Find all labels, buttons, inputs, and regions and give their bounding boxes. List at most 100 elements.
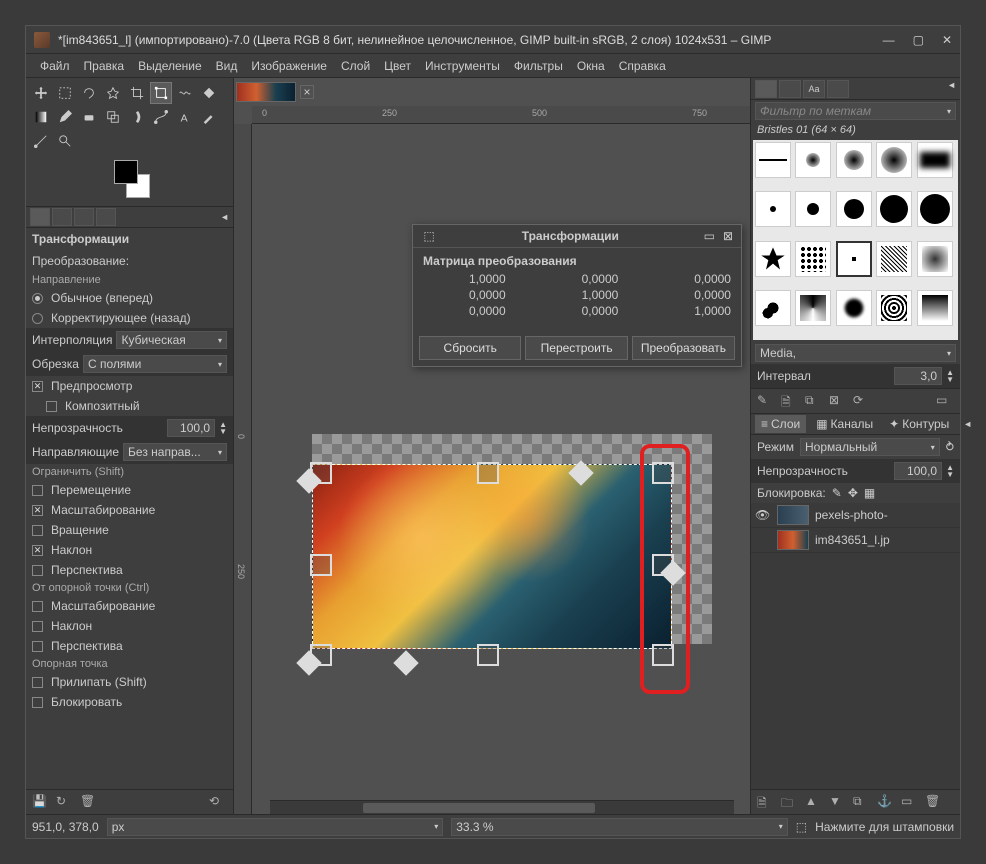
menu-help[interactable]: Справка — [613, 57, 672, 75]
tool-eraser[interactable] — [78, 106, 100, 128]
dock-menu-icon[interactable]: ◄ — [220, 212, 229, 222]
tool-free-select[interactable] — [78, 82, 100, 104]
merge-layer-icon[interactable]: ⚓ — [877, 794, 895, 810]
tool-rect-select[interactable] — [54, 82, 76, 104]
brush-interval-field[interactable]: 3,0 — [894, 367, 942, 385]
transform-target-path[interactable] — [177, 253, 195, 269]
brush-item-selected[interactable] — [836, 241, 872, 277]
duplicate-layer-icon[interactable]: ⧉ — [853, 794, 871, 810]
tool-text[interactable]: A — [174, 106, 196, 128]
zoom-combo[interactable]: 33.3 %▾ — [451, 818, 788, 836]
tool-warp[interactable] — [174, 82, 196, 104]
tab-patterns[interactable] — [779, 80, 801, 98]
reset-tool-icon[interactable]: ⟲ — [209, 794, 227, 810]
brush-grid[interactable] — [753, 140, 958, 340]
tab-history[interactable] — [827, 80, 849, 98]
color-indicator[interactable] — [110, 160, 150, 198]
layer-name[interactable]: im843651_l.jp — [815, 533, 890, 547]
brush-item[interactable] — [795, 290, 831, 326]
save-preset-icon[interactable]: 💾 — [32, 794, 50, 810]
chk-shear[interactable]: ✕ — [32, 545, 43, 556]
edit-brush-icon[interactable]: ✎ — [757, 393, 775, 409]
layers-menu-icon[interactable]: ◄ — [963, 419, 972, 429]
menu-layer[interactable]: Слой — [335, 57, 376, 75]
tab-tool-options[interactable] — [30, 208, 50, 226]
unit-combo[interactable]: px▾ — [107, 818, 444, 836]
opacity-stepper[interactable]: ▲▼ — [219, 421, 227, 435]
brush-item[interactable] — [755, 142, 791, 178]
brush-category-combo[interactable]: Media,▾ — [755, 344, 956, 362]
tab-device-status[interactable] — [52, 208, 72, 226]
brush-item[interactable] — [795, 241, 831, 277]
tool-move[interactable] — [30, 82, 52, 104]
brush-item[interactable] — [836, 142, 872, 178]
tool-unified-transform[interactable] — [150, 82, 172, 104]
brush-item[interactable] — [755, 290, 791, 326]
delete-preset-icon[interactable]: 🗑 — [80, 794, 98, 810]
ruler-horizontal[interactable]: 0 250 500 750 — [252, 106, 750, 124]
brush-item[interactable] — [876, 191, 912, 227]
lower-layer-icon[interactable]: ▼ — [829, 794, 847, 810]
dialog-close-icon[interactable]: ⊠ — [723, 229, 733, 243]
open-as-image-icon[interactable]: ▭ — [936, 393, 954, 409]
brush-item[interactable] — [755, 191, 791, 227]
brush-filter-combo[interactable]: Фильтр по меткам▾ — [755, 102, 956, 120]
tab-images[interactable] — [96, 208, 116, 226]
image-content[interactable] — [312, 464, 672, 649]
chk-move[interactable] — [32, 485, 43, 496]
menu-colors[interactable]: Цвет — [378, 57, 417, 75]
chk-pivot-perspective[interactable] — [32, 641, 43, 652]
dialog-detach-icon[interactable]: ▭ — [704, 229, 715, 243]
refresh-brush-icon[interactable]: ⟳ — [853, 393, 871, 409]
tool-gradient[interactable] — [30, 106, 52, 128]
tab-paths[interactable]: ✦Контуры — [883, 415, 955, 433]
restore-preset-icon[interactable]: ↻ — [56, 794, 74, 810]
brush-item[interactable] — [795, 142, 831, 178]
chk-pivot-shear[interactable] — [32, 621, 43, 632]
reset-button[interactable]: Сбросить — [419, 336, 521, 360]
tool-measure[interactable] — [30, 130, 52, 152]
layer-group-icon[interactable]: 🗀 — [781, 794, 799, 810]
layer-item-1[interactable]: im843651_l.jp — [751, 528, 960, 553]
tab-brushes[interactable] — [755, 80, 777, 98]
lock-pixels-icon[interactable]: ✎ — [832, 486, 842, 500]
brush-item[interactable] — [917, 290, 953, 326]
menu-edit[interactable]: Правка — [78, 57, 131, 75]
readjust-button[interactable]: Перестроить — [525, 336, 627, 360]
tool-bucket[interactable] — [198, 82, 220, 104]
mode-switch-icon[interactable]: ⥁ — [946, 440, 954, 454]
shear-s[interactable] — [393, 650, 418, 675]
menu-file[interactable]: Файл — [34, 57, 76, 75]
close-button[interactable]: ✕ — [942, 33, 952, 47]
tool-crop[interactable] — [126, 82, 148, 104]
brush-item[interactable] — [876, 142, 912, 178]
tool-color-picker[interactable] — [198, 106, 220, 128]
menu-select[interactable]: Выделение — [132, 57, 208, 75]
radio-normal[interactable] — [32, 293, 43, 304]
handle-s[interactable] — [477, 644, 499, 666]
clip-combo[interactable]: С полями▾ — [83, 355, 227, 373]
maximize-button[interactable]: ▢ — [913, 33, 924, 47]
ruler-vertical[interactable]: 0 250 — [234, 124, 252, 814]
image-tab[interactable]: × — [236, 80, 314, 104]
transform-target-image[interactable] — [199, 253, 217, 269]
transform-button[interactable]: Преобразовать — [632, 336, 735, 360]
brush-item[interactable] — [836, 290, 872, 326]
layer-opacity-field[interactable]: 100,0 — [894, 462, 942, 480]
menu-filters[interactable]: Фильтры — [508, 57, 569, 75]
brush-item[interactable] — [876, 290, 912, 326]
lock-alpha-icon[interactable]: ▦ — [864, 486, 875, 500]
tab-fonts[interactable]: Aa — [803, 80, 825, 98]
brush-item[interactable] — [917, 241, 953, 277]
tool-pencil[interactable] — [54, 106, 76, 128]
visibility-icon[interactable]: 👁 — [755, 508, 771, 522]
handle-n[interactable] — [477, 462, 499, 484]
chk-preview[interactable]: ✕ — [32, 381, 43, 392]
brush-item[interactable] — [795, 191, 831, 227]
brush-item[interactable] — [755, 241, 791, 277]
layer-mode-combo[interactable]: Нормальный▾ — [800, 438, 940, 456]
chk-snap[interactable] — [32, 677, 43, 688]
minimize-button[interactable]: — — [883, 33, 895, 47]
layer-item-0[interactable]: 👁 pexels-photo- — [751, 503, 960, 528]
tab-layers[interactable]: ≡Слои — [755, 415, 806, 433]
